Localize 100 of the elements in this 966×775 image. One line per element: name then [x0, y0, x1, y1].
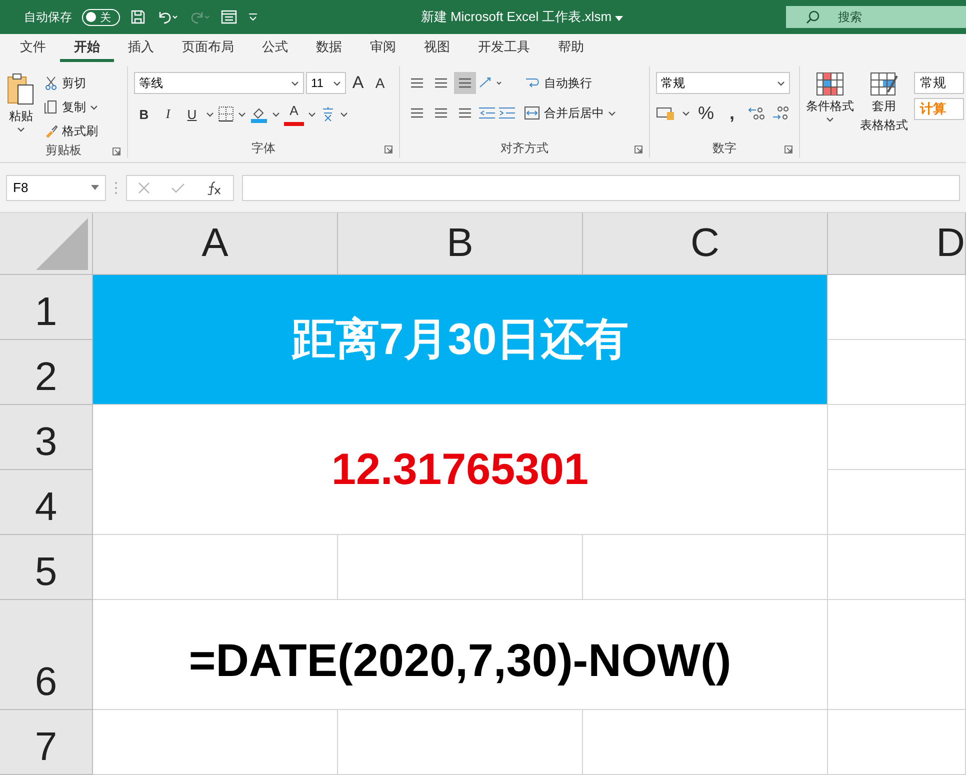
- bottom-align-icon[interactable]: [458, 77, 472, 89]
- menu-tab[interactable]: 页面布局: [168, 34, 248, 62]
- dialog-launcher-icon[interactable]: [384, 145, 393, 154]
- align-left-icon[interactable]: [410, 107, 424, 119]
- shrink-font-button[interactable]: A: [370, 72, 390, 94]
- caret-icon: [608, 110, 616, 116]
- menu-tab[interactable]: 数据: [302, 34, 356, 62]
- decrease-decimal-icon[interactable]: [772, 105, 790, 121]
- group-label: 字体: [252, 141, 276, 155]
- window-title: 新建 Microsoft Excel 工作表.xlsm: [420, 9, 612, 24]
- cell-style-swatch[interactable]: 常规: [914, 72, 964, 94]
- conditional-format-icon: [816, 72, 844, 96]
- group-label: 对齐方式: [500, 141, 548, 155]
- copy-icon: [44, 100, 58, 114]
- align-right-icon[interactable]: [458, 107, 472, 119]
- dropdown-icon: [91, 185, 99, 190]
- column-header[interactable]: A: [93, 213, 338, 275]
- name-box[interactable]: F8: [6, 174, 106, 200]
- menu-tab[interactable]: 插入: [114, 34, 168, 62]
- row-header[interactable]: 1: [0, 275, 93, 340]
- merge-center-button[interactable]: 合并后居中: [522, 102, 618, 124]
- conditional-format-button[interactable]: 条件格式: [806, 72, 854, 140]
- align-center-icon[interactable]: [434, 107, 448, 119]
- menu-tab[interactable]: 文件: [6, 34, 60, 62]
- middle-align-icon[interactable]: [434, 77, 448, 89]
- merge-icon: [524, 105, 540, 121]
- caret-icon: [90, 104, 98, 110]
- caret-icon[interactable]: [615, 16, 624, 21]
- currency-icon[interactable]: [656, 105, 676, 121]
- row-header[interactable]: 4: [0, 470, 93, 535]
- percent-button[interactable]: %: [696, 102, 716, 124]
- menu-tab[interactable]: 帮助: [544, 34, 598, 62]
- font-name-field[interactable]: 等线: [134, 72, 304, 94]
- caret-icon: [682, 110, 690, 116]
- column-header[interactable]: D: [828, 213, 966, 275]
- grid-cell[interactable]: [583, 710, 828, 775]
- column-header[interactable]: C: [583, 213, 828, 275]
- title-cell: 距离7月30日还有: [93, 275, 828, 405]
- grow-font-button[interactable]: A: [348, 72, 368, 94]
- increase-decimal-icon[interactable]: [748, 105, 766, 121]
- caret-icon: [333, 80, 341, 86]
- grid-cell[interactable]: [93, 710, 338, 775]
- value-cell: 12.31765301: [93, 405, 828, 535]
- increase-indent-icon[interactable]: [498, 106, 516, 120]
- group-label: 剪贴板: [46, 143, 82, 157]
- cancel-icon[interactable]: [138, 182, 150, 194]
- decrease-indent-icon[interactable]: [478, 106, 496, 120]
- row-header[interactable]: 2: [0, 340, 93, 405]
- function-icon[interactable]: [206, 180, 222, 194]
- wrap-text-button[interactable]: 自动换行: [522, 72, 618, 94]
- phonetic-icon[interactable]: [320, 106, 336, 122]
- caret-icon: [272, 112, 280, 116]
- dialog-launcher-icon[interactable]: [784, 145, 793, 154]
- grid-cell[interactable]: [338, 710, 583, 775]
- caret-icon: [340, 112, 348, 116]
- font-color-button[interactable]: A: [284, 102, 304, 118]
- menu-tab[interactable]: 审阅: [356, 34, 410, 62]
- menu-tab[interactable]: 公式: [248, 34, 302, 62]
- top-align-icon[interactable]: [410, 77, 424, 89]
- row-header[interactable]: 5: [0, 535, 93, 600]
- group-label: 数字: [712, 141, 736, 155]
- save-icon[interactable]: [130, 9, 146, 25]
- underline-button[interactable]: U: [182, 103, 202, 125]
- autosave-toggle[interactable]: 关: [82, 8, 120, 26]
- italic-button[interactable]: I: [158, 103, 178, 125]
- formula-input[interactable]: [242, 174, 960, 200]
- caret-icon: [206, 112, 214, 116]
- borders-icon[interactable]: [218, 106, 234, 122]
- copy-button[interactable]: 复制: [42, 96, 100, 118]
- bold-button[interactable]: B: [134, 103, 154, 125]
- number-format-field[interactable]: 常规: [656, 72, 790, 94]
- cut-button[interactable]: 剪切: [42, 72, 100, 94]
- dialog-launcher-icon[interactable]: [112, 147, 121, 156]
- column-header[interactable]: B: [338, 213, 583, 275]
- color-bar-icon: [284, 122, 304, 126]
- formula-cell: =DATE(2020,7,30)-NOW(): [93, 600, 828, 710]
- dialog-launcher-icon[interactable]: [634, 145, 643, 154]
- grid-cell[interactable]: [828, 535, 966, 600]
- paste-button[interactable]: 粘贴: [6, 72, 36, 142]
- caret-icon: [17, 127, 25, 132]
- form-icon[interactable]: [220, 9, 238, 25]
- format-painter-button[interactable]: 格式刷: [42, 120, 100, 142]
- caret-icon: [291, 80, 299, 86]
- row-header[interactable]: 3: [0, 405, 93, 470]
- row-header[interactable]: 6: [0, 600, 93, 710]
- font-size-field[interactable]: 11: [306, 72, 346, 94]
- grid-cell[interactable]: [828, 710, 966, 775]
- row-header[interactable]: 7: [0, 710, 93, 775]
- comma-button[interactable]: ,: [722, 102, 742, 124]
- search-field[interactable]: 搜索: [786, 6, 966, 28]
- customize-toolbar-icon[interactable]: [248, 12, 258, 22]
- table-brush-icon: [870, 72, 898, 96]
- search-icon: [806, 10, 820, 24]
- autosave-label: 自动保存: [24, 8, 72, 26]
- menu-tab[interactable]: 视图: [410, 34, 464, 62]
- menu-tab[interactable]: 开发工具: [464, 34, 544, 62]
- format-as-table-button[interactable]: 套用 表格格式: [860, 72, 908, 140]
- clipboard-icon: [6, 72, 36, 106]
- check-icon[interactable]: [170, 182, 185, 194]
- caret-icon: [238, 112, 246, 116]
